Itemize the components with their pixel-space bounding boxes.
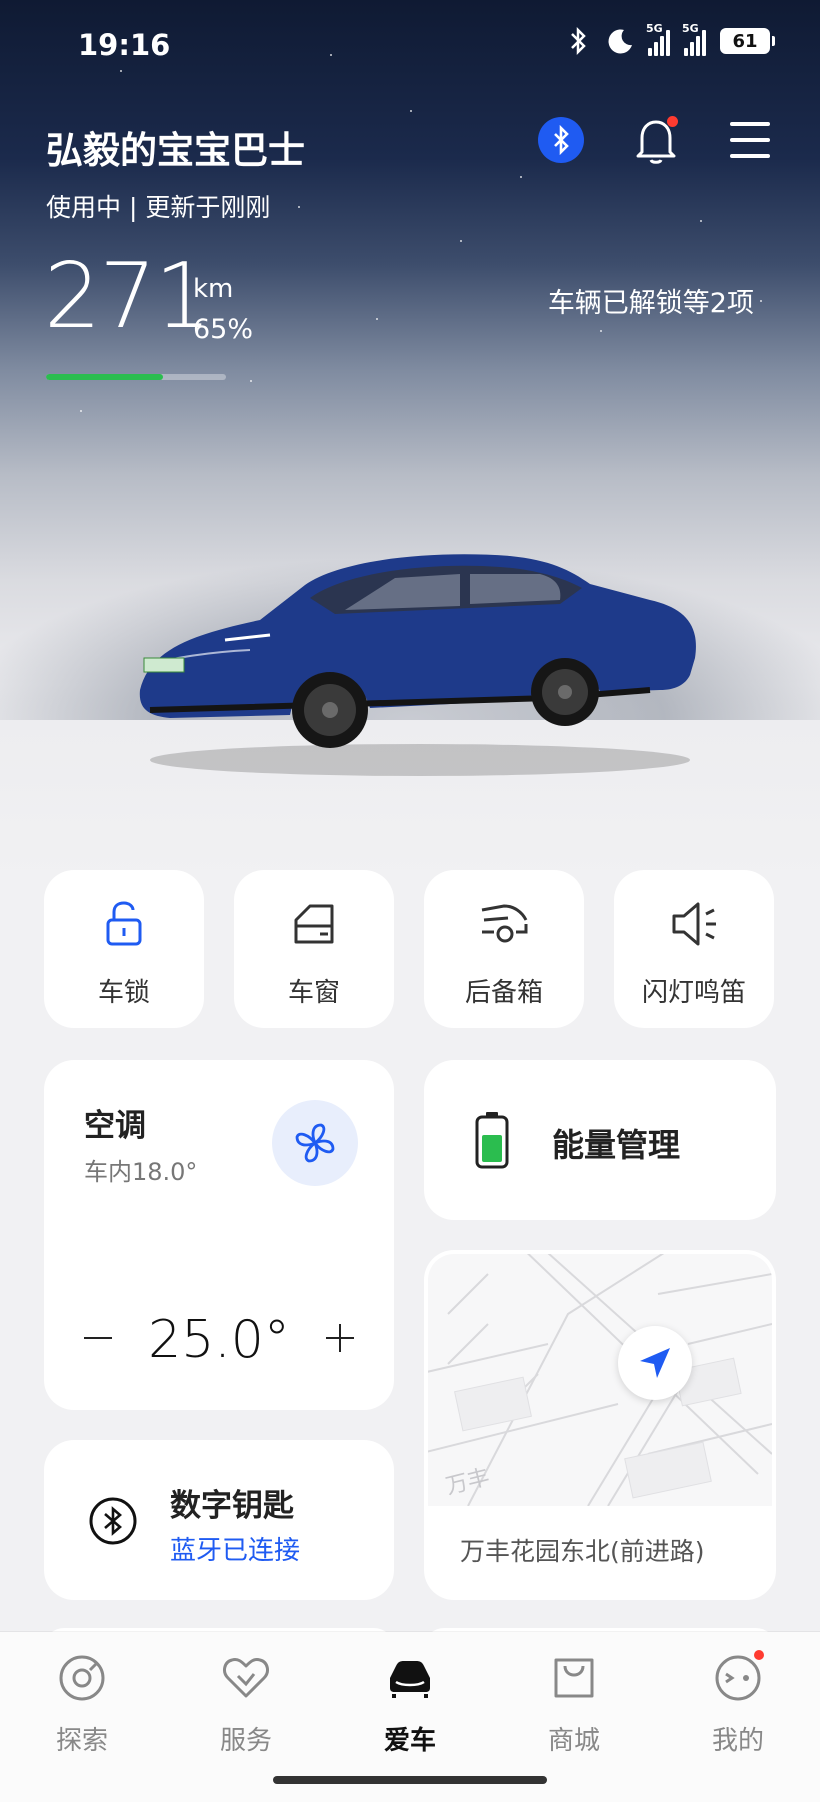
star [520,176,522,178]
range-progress-fill [46,374,163,380]
profile-icon [715,1655,761,1701]
location-map[interactable]: 万丰 [428,1254,772,1506]
menu-line [730,154,770,158]
climate-title: 空调 [84,1108,146,1144]
tab-label: 商城 [547,1726,600,1756]
tab-profile[interactable]: 我的 [678,1650,798,1757]
map-streets: 万丰 [428,1254,772,1506]
quick-action-label: 车窗 [287,978,340,1008]
energy-management-label: 能量管理 [552,1126,681,1164]
unlock-icon [106,901,142,946]
tab-label: 我的 [711,1726,764,1756]
star [376,318,378,320]
quick-action-trunk[interactable]: 后备箱 [424,870,584,1028]
svg-text:万丰: 万丰 [443,1465,492,1500]
status-icons: 5G 5G 61 [566,22,775,56]
status-bar: 19:16 5G 5G 61 [0,0,820,90]
car-status: 使用中 | 更新于刚刚 [46,193,271,222]
battery-percent: 65% [193,314,254,345]
car-image [139,554,696,776]
vehicle-status-alert[interactable]: 车辆已解锁等2项 [548,281,754,320]
car-name: 弘毅的宝宝巴士 [46,129,305,172]
range-value: 271 [44,244,212,349]
bluetooth-icon [554,125,569,155]
climate-toggle-button[interactable] [272,1100,358,1186]
car-window-icon [294,904,334,944]
temperature-increase-button[interactable] [322,1320,358,1356]
menu-button[interactable] [730,120,770,160]
shop-icon [554,1658,594,1698]
digital-key-card[interactable]: 数字钥匙 蓝牙已连接 [44,1440,394,1600]
horn-icon [672,902,716,946]
menu-line [730,138,770,142]
battery-icon [475,1112,509,1169]
vehicle-address: 万丰花园东北(前进路) [460,1537,705,1566]
energy-management-card[interactable]: 能量管理 [424,1060,776,1220]
star [700,220,702,222]
notification-dot [667,116,678,127]
navigation-arrow-icon [640,1348,670,1378]
tab-my-car[interactable]: 爱车 [350,1652,470,1757]
status-time: 19:16 [78,28,171,62]
tab-label: 爱车 [383,1726,436,1756]
range-unit: km [193,274,234,304]
profile-icon-wrap [712,1650,764,1704]
car-icon [390,1661,430,1698]
quick-action-label: 车锁 [97,978,150,1008]
explore-icon [59,1655,105,1701]
signal-icon: 5G [682,22,706,56]
star [80,410,82,412]
network-label: 5G [682,22,699,35]
star [600,330,602,332]
profile-notification-dot [754,1650,764,1660]
inside-temperature: 车内18.0° [84,1158,198,1186]
battery-status: 61 [720,28,775,54]
tab-explore[interactable]: 探索 [22,1652,142,1757]
trunk-icon [481,904,528,943]
range-progress-bar [46,374,226,380]
bluetooth-key-icon [89,1497,137,1545]
tab-shop[interactable]: 商城 [514,1652,634,1757]
digital-key-status: 蓝牙已连接 [170,1536,301,1566]
moon-icon [608,29,632,54]
service-icon [223,1658,269,1698]
home-indicator[interactable] [273,1776,547,1784]
bluetooth-status-icon [571,26,586,56]
quick-action-window[interactable]: 车窗 [234,870,394,1028]
star [460,240,462,242]
fan-icon [295,1123,335,1163]
network-label: 5G [646,22,663,35]
vehicle-location-card[interactable]: 万丰 万丰花园东北(前进路) [424,1250,776,1600]
quick-action-lock[interactable]: 车锁 [44,870,204,1028]
star [760,300,762,302]
digital-key-title: 数字钥匙 [170,1488,294,1524]
tab-label: 探索 [55,1726,108,1756]
tab-label: 服务 [219,1726,272,1756]
quick-action-flash-horn[interactable]: 闪灯鸣笛 [614,870,774,1028]
notification-button[interactable] [632,114,680,166]
vehicle-position-marker [618,1326,692,1400]
signal-icon: 5G [646,22,670,56]
bluetooth-button[interactable] [538,117,584,163]
star [298,206,300,208]
tab-service[interactable]: 服务 [186,1652,306,1757]
quick-action-label: 后备箱 [464,978,543,1008]
climate-card[interactable]: 空调 车内18.0° 25.0° [44,1060,394,1410]
quick-action-label: 闪灯鸣笛 [641,978,746,1008]
star [250,380,252,382]
star [410,110,412,112]
menu-line [730,122,770,126]
